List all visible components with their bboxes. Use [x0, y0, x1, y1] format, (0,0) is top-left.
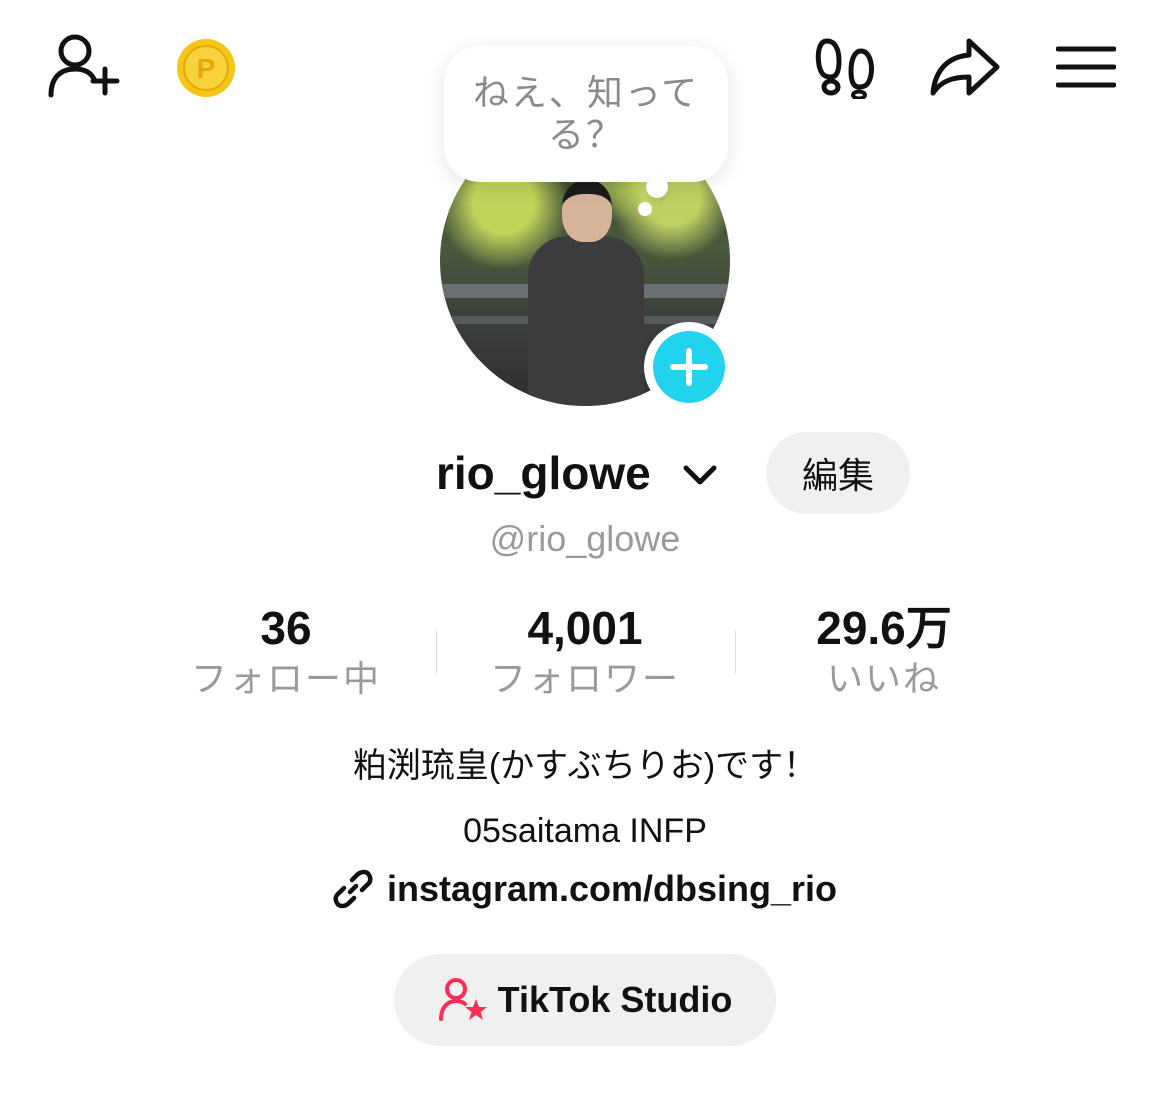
note-bubble-tail-small	[638, 202, 652, 216]
bio-link[interactable]: instagram.com/dbsing_rio	[0, 868, 1170, 910]
bio-line-1: 粕渕琉皇(かすぶちりお)です！	[352, 747, 818, 785]
creator-star-icon	[438, 978, 487, 1021]
stat-following[interactable]: 36 フォロー中	[156, 600, 416, 702]
stat-likes[interactable]: 29.6万 いいね	[754, 600, 1014, 702]
plus-icon	[670, 348, 708, 386]
note-bubble-tail	[646, 176, 668, 198]
chevron-down-icon[interactable]	[682, 460, 718, 490]
stat-following-count: 36	[260, 602, 312, 654]
add-friend-icon[interactable]	[44, 30, 124, 102]
footprints-icon[interactable]	[812, 34, 880, 100]
stat-followers[interactable]: 4,001 フォロワー	[455, 600, 715, 702]
share-icon[interactable]	[928, 34, 1002, 100]
tiktok-studio-label: TikTok Studio	[497, 979, 733, 1020]
stat-likes-count: 29.6万	[816, 602, 952, 654]
profile-page: P ねえ、知ってる？ rio_glowe 編集 @rio_glowe 36 フォ…	[0, 0, 1170, 1095]
name-row: rio_glowe 編集	[0, 432, 1170, 514]
bio-link-text: instagram.com/dbsing_rio	[386, 868, 838, 909]
link-icon	[333, 869, 373, 909]
add-story-button[interactable]	[644, 322, 734, 412]
username[interactable]: rio_glowe	[436, 446, 651, 500]
stats-row: 36 フォロー中 4,001 フォロワー 29.6万 いいね	[0, 600, 1170, 710]
stat-followers-label: フォロワー	[489, 658, 680, 699]
bio-line-2: 05saitama INFP	[463, 812, 707, 850]
note-bubble-text: ねえ、知ってる？	[472, 72, 700, 155]
coin-icon[interactable]: P	[176, 38, 236, 98]
stat-followers-count: 4,001	[527, 602, 643, 654]
note-bubble[interactable]: ねえ、知ってる？	[444, 46, 728, 182]
menu-icon[interactable]	[1054, 40, 1118, 94]
user-handle: @rio_glowe	[489, 518, 681, 559]
edit-profile-button[interactable]: 編集	[766, 432, 910, 514]
stats-divider	[735, 630, 736, 674]
stat-likes-label: いいね	[826, 658, 941, 699]
tiktok-studio-button[interactable]: TikTok Studio	[394, 954, 776, 1046]
stat-following-label: フォロー中	[190, 658, 381, 699]
coin-letter: P	[197, 53, 216, 84]
stats-divider	[436, 630, 437, 674]
